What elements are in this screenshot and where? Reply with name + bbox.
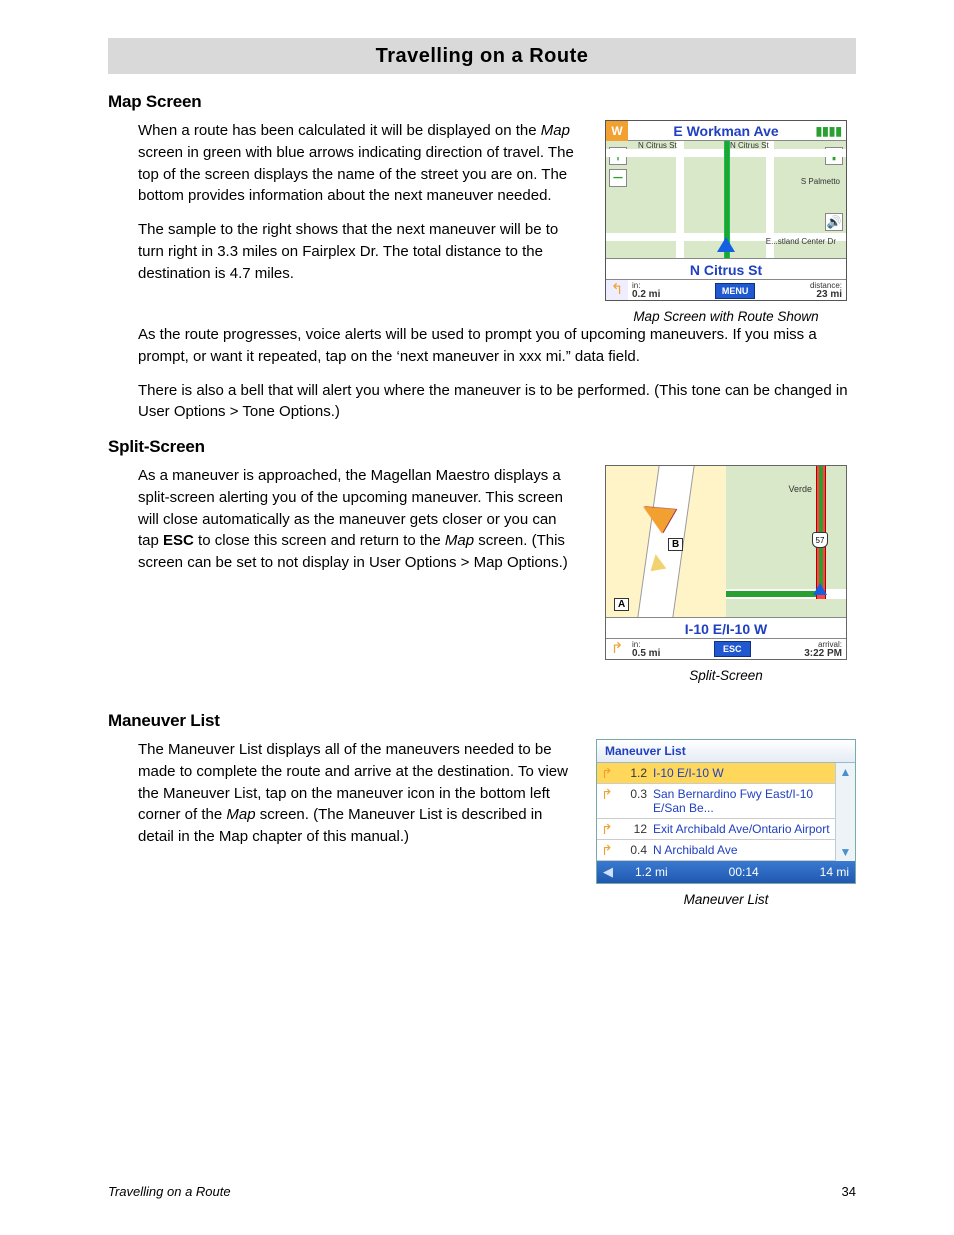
footer-title: Travelling on a Route bbox=[108, 1184, 231, 1199]
turn-icon: ↱ bbox=[601, 766, 615, 780]
turn-icon: ↱ bbox=[601, 843, 615, 857]
heading-map-screen: Map Screen bbox=[108, 92, 856, 112]
map-p1: When a route has been calculated it will… bbox=[138, 120, 574, 207]
heading-indicator: W bbox=[606, 121, 628, 141]
mlist-footer: ◀ 1.2 mi 00:14 14 mi bbox=[597, 861, 855, 883]
signal-icon: ▮▮▮▮ bbox=[816, 124, 842, 138]
distance-remaining: distance:23 mi bbox=[806, 281, 846, 299]
esc-button: ESC bbox=[714, 641, 751, 657]
page-title-bar: Travelling on a Route bbox=[108, 38, 856, 74]
next-in: in:0.2 mi bbox=[628, 281, 664, 299]
mlist-title: Maneuver List bbox=[597, 740, 855, 763]
list-item: ↱0.3San Bernardino Fwy East/I-10 E/San B… bbox=[597, 784, 835, 819]
list-item: ↱12Exit Archibald Ave/Ontario Airport bbox=[597, 819, 835, 840]
menu-button: MENU bbox=[715, 283, 756, 299]
figure-caption-2: Split-Screen bbox=[689, 668, 763, 683]
mlist-p1: The Maneuver List displays all of the ma… bbox=[138, 739, 574, 848]
map-p4: There is also a bell that will alert you… bbox=[138, 380, 856, 424]
figure-caption-3: Maneuver List bbox=[684, 892, 769, 907]
figure-caption-1: Map Screen with Route Shown bbox=[633, 309, 818, 324]
map-p3: As the route progresses, voice alerts wi… bbox=[138, 324, 856, 368]
vehicle-cursor-icon bbox=[717, 237, 735, 252]
next-in: in:0.5 mi bbox=[628, 640, 664, 658]
maneuver-icon: ↰ bbox=[606, 280, 628, 300]
turn-icon: ↱ bbox=[601, 822, 615, 836]
page-number: 34 bbox=[842, 1184, 856, 1199]
label-a: A bbox=[614, 598, 629, 611]
heading-maneuver-list: Maneuver List bbox=[108, 711, 856, 731]
split-p1: As a maneuver is approached, the Magella… bbox=[138, 465, 574, 574]
ahead-arrow-icon bbox=[648, 552, 667, 571]
current-street: E Workman Ave bbox=[634, 121, 818, 141]
scroll-up-icon: ▲ bbox=[836, 763, 855, 781]
maneuver-icon: ↱ bbox=[606, 639, 628, 659]
turn-icon: ↱ bbox=[601, 787, 615, 801]
scrollbar: ▲ ▼ bbox=[835, 763, 855, 861]
back-icon: ◀ bbox=[603, 864, 613, 880]
vehicle-cursor-icon bbox=[813, 583, 827, 595]
label-b: B bbox=[668, 538, 683, 551]
scroll-down-icon: ▼ bbox=[836, 843, 855, 861]
next-street: I-10 E/I-10 W bbox=[612, 618, 840, 640]
figure-map-screen: W E Workman Ave ▮▮▮▮ ＋ － ✚ 🔊 N Citrus St… bbox=[605, 120, 847, 301]
heading-split-screen: Split-Screen bbox=[108, 437, 856, 457]
next-street: N Citrus St bbox=[612, 259, 840, 281]
map-p2: The sample to the right shows that the n… bbox=[138, 219, 574, 284]
figure-split-screen: A B Verde 57 I-10 E/I-10 W ↱ in:0.5 mi E… bbox=[605, 465, 847, 660]
list-item: ↱0.4N Archibald Ave bbox=[597, 840, 835, 861]
list-item: ↱1.2I-10 E/I-10 W bbox=[597, 763, 835, 784]
figure-maneuver-list: Maneuver List ↱1.2I-10 E/I-10 W↱0.3San B… bbox=[596, 739, 856, 884]
arrival-time: arrival:3:22 PM bbox=[800, 640, 846, 658]
page-title: Travelling on a Route bbox=[376, 45, 589, 68]
highway-shield-icon: 57 bbox=[812, 532, 828, 548]
